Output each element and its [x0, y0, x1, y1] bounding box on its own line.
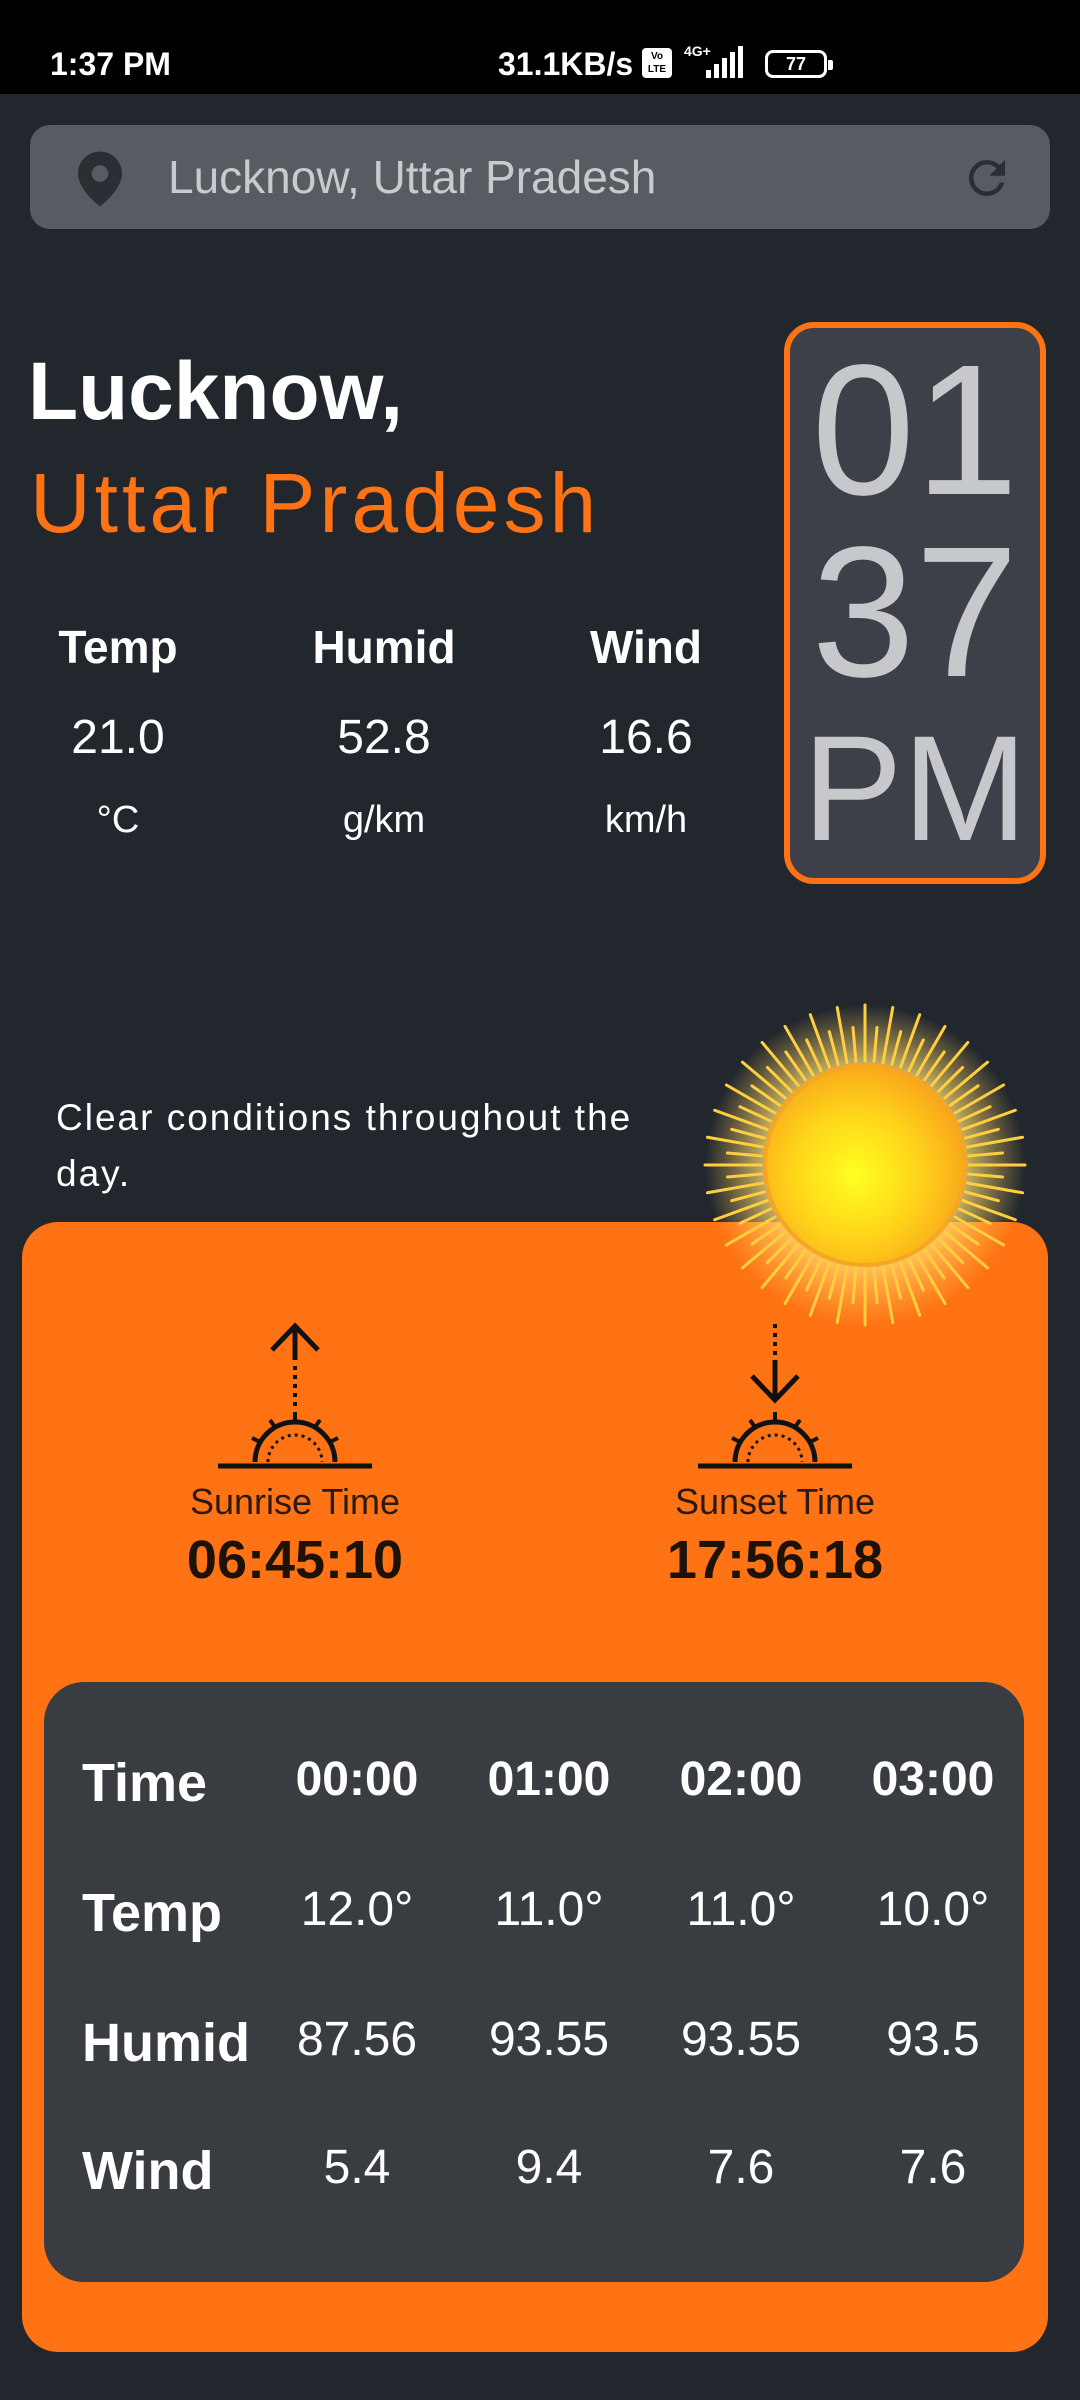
forecast-wind-3: 7.6	[899, 2141, 967, 2194]
forecast-wind-1: 9.4	[515, 2141, 583, 2194]
metric-humid-label: Humid	[312, 621, 456, 673]
metric-humid-value: 52.8	[337, 711, 431, 764]
volte-icon: Vo LTE	[642, 48, 672, 78]
forecast-humid-3: 93.5	[886, 2013, 980, 2066]
search-bar[interactable]	[30, 125, 1050, 229]
sunrise-block: Sunrise Time 06:45:10	[145, 1320, 445, 1591]
forecast-temp-2: 11.0°	[686, 1883, 796, 1936]
forecast-row-time: Time 00:00 01:00 02:00 03:00	[44, 1752, 1024, 1832]
metric-temp-unit: °C	[96, 799, 140, 841]
forecast-time-0: 00:00	[295, 1753, 419, 1806]
clock-hour: 01	[811, 327, 1019, 534]
state-name: Uttar Pradesh	[30, 456, 601, 550]
forecast-time-1: 01:00	[487, 1753, 611, 1806]
metric-wind-label: Wind	[590, 621, 702, 673]
network-speed: 31.1KB/s	[498, 46, 634, 82]
forecast-temp-1: 11.0°	[494, 1883, 604, 1936]
sun-icon	[700, 1000, 1030, 1330]
refresh-icon[interactable]	[960, 151, 1014, 205]
location-pin-icon	[78, 151, 122, 207]
forecast-header-temp: Temp	[82, 1883, 223, 1943]
clock-minute: 37	[811, 509, 1019, 716]
metric-temp-label: Temp	[58, 621, 178, 673]
forecast-wind-2: 7.6	[707, 2141, 775, 2194]
clock-display: 01 37 PM	[784, 322, 1046, 884]
sunset-time: 17:56:18	[666, 1530, 884, 1590]
forecast-humid-1: 93.55	[488, 2013, 610, 2066]
forecast-time-2: 02:00	[679, 1753, 803, 1806]
signal-icon: 4G+	[684, 43, 743, 78]
forecast-humid-0: 87.56	[296, 2013, 418, 2066]
status-time: 1:37 PM	[50, 46, 171, 82]
metric-wind-value: 16.6	[599, 711, 693, 764]
sunrise-icon	[218, 1322, 372, 1469]
network-type-label: 4G+	[684, 43, 711, 59]
status-bar: 1:37 PM 31.1KB/s Vo LTE 4G+ 77	[0, 0, 1080, 94]
forecast-time-3: 03:00	[871, 1753, 995, 1806]
metric-humid: Humid 52.8 g/km	[284, 620, 484, 842]
clock-ampm: PM	[802, 704, 1028, 872]
metric-temp-value: 21.0	[71, 711, 165, 764]
search-input[interactable]	[168, 125, 948, 229]
forecast-temp-0: 12.0°	[300, 1883, 414, 1936]
sunrise-label: Sunrise Time	[189, 1481, 401, 1522]
forecast-temp-3: 10.0°	[876, 1883, 990, 1936]
forecast-row-humid: Humid 87.56 93.55 93.55 93.5	[44, 2012, 1024, 2092]
metric-temp: Temp 21.0 °C	[18, 620, 218, 842]
sunset-block: Sunset Time 17:56:18	[625, 1320, 925, 1591]
battery-icon: 77	[765, 50, 833, 78]
forecast-header-humid: Humid	[82, 2013, 250, 2073]
metric-wind: Wind 16.6 km/h	[546, 620, 746, 842]
forecast-header-wind: Wind	[82, 2141, 214, 2201]
hourly-forecast-table: Time 00:00 01:00 02:00 03:00 Temp 12.0° …	[44, 1682, 1024, 2282]
forecast-row-wind: Wind 5.4 9.4 7.6 7.6	[44, 2140, 1024, 2220]
forecast-row-temp: Temp 12.0° 11.0° 11.0° 10.0°	[44, 1882, 1024, 1962]
forecast-humid-2: 93.55	[680, 2013, 802, 2066]
sunset-icon	[698, 1324, 852, 1469]
metric-wind-unit: km/h	[604, 799, 688, 841]
condition-text: Clear conditions throughout the day.	[56, 1097, 633, 1194]
sunrise-time: 06:45:10	[186, 1530, 404, 1590]
forecast-wind-0: 5.4	[323, 2141, 391, 2194]
metric-humid-unit: g/km	[342, 799, 426, 841]
city-name: Lucknow,	[28, 346, 404, 437]
forecast-header-time: Time	[82, 1753, 208, 1813]
sunset-label: Sunset Time	[674, 1481, 876, 1522]
